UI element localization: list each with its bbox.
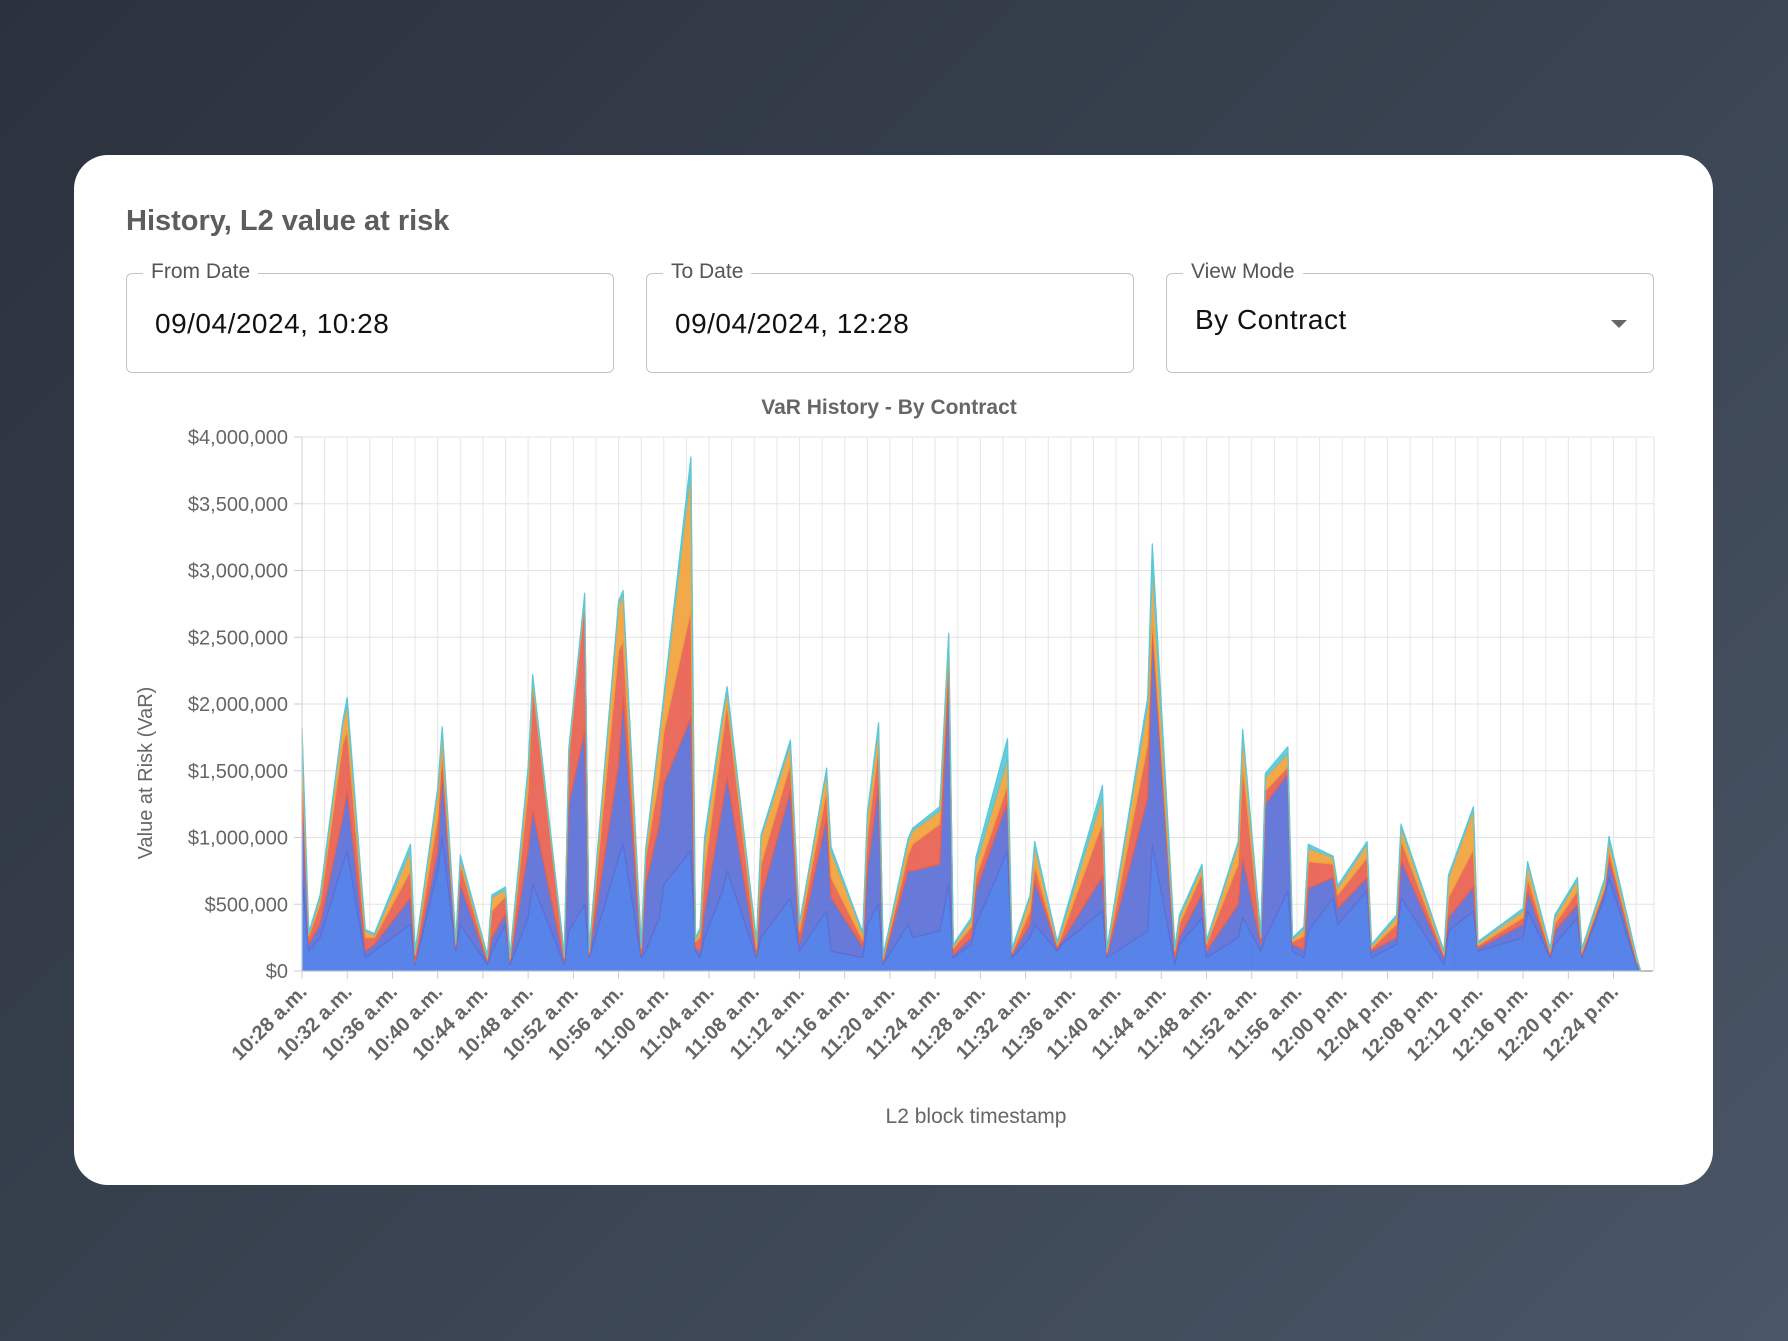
- area-series-2: [301, 632, 1653, 972]
- var-history-chart: VaR History - By Contract $0 $500,000 $1,0…: [135, 396, 1655, 1128]
- y-tick-label: $2,500,000: [188, 627, 288, 649]
- x-axis-label: L2 block timestamp: [886, 1105, 1067, 1128]
- chart-title: VaR History - By Contract: [761, 396, 1017, 419]
- y-tick-label: $1,500,000: [188, 761, 288, 783]
- area-layer: [301, 456, 1653, 972]
- y-tick-label: $4,000,000: [188, 427, 288, 449]
- y-tick-label: $2,000,000: [188, 694, 288, 716]
- y-tick-label: $0: [266, 961, 288, 983]
- y-tick-label: $3,000,000: [188, 561, 288, 583]
- y-tick-label: $500,000: [205, 894, 288, 916]
- y-tick-label: $1,000,000: [188, 828, 288, 850]
- var-history-card: History, L2 value at risk From Date 09/0…: [74, 155, 1713, 1185]
- y-axis-label: Value at Risk (VaR): [135, 687, 157, 860]
- y-tick-label: $3,500,000: [188, 494, 288, 516]
